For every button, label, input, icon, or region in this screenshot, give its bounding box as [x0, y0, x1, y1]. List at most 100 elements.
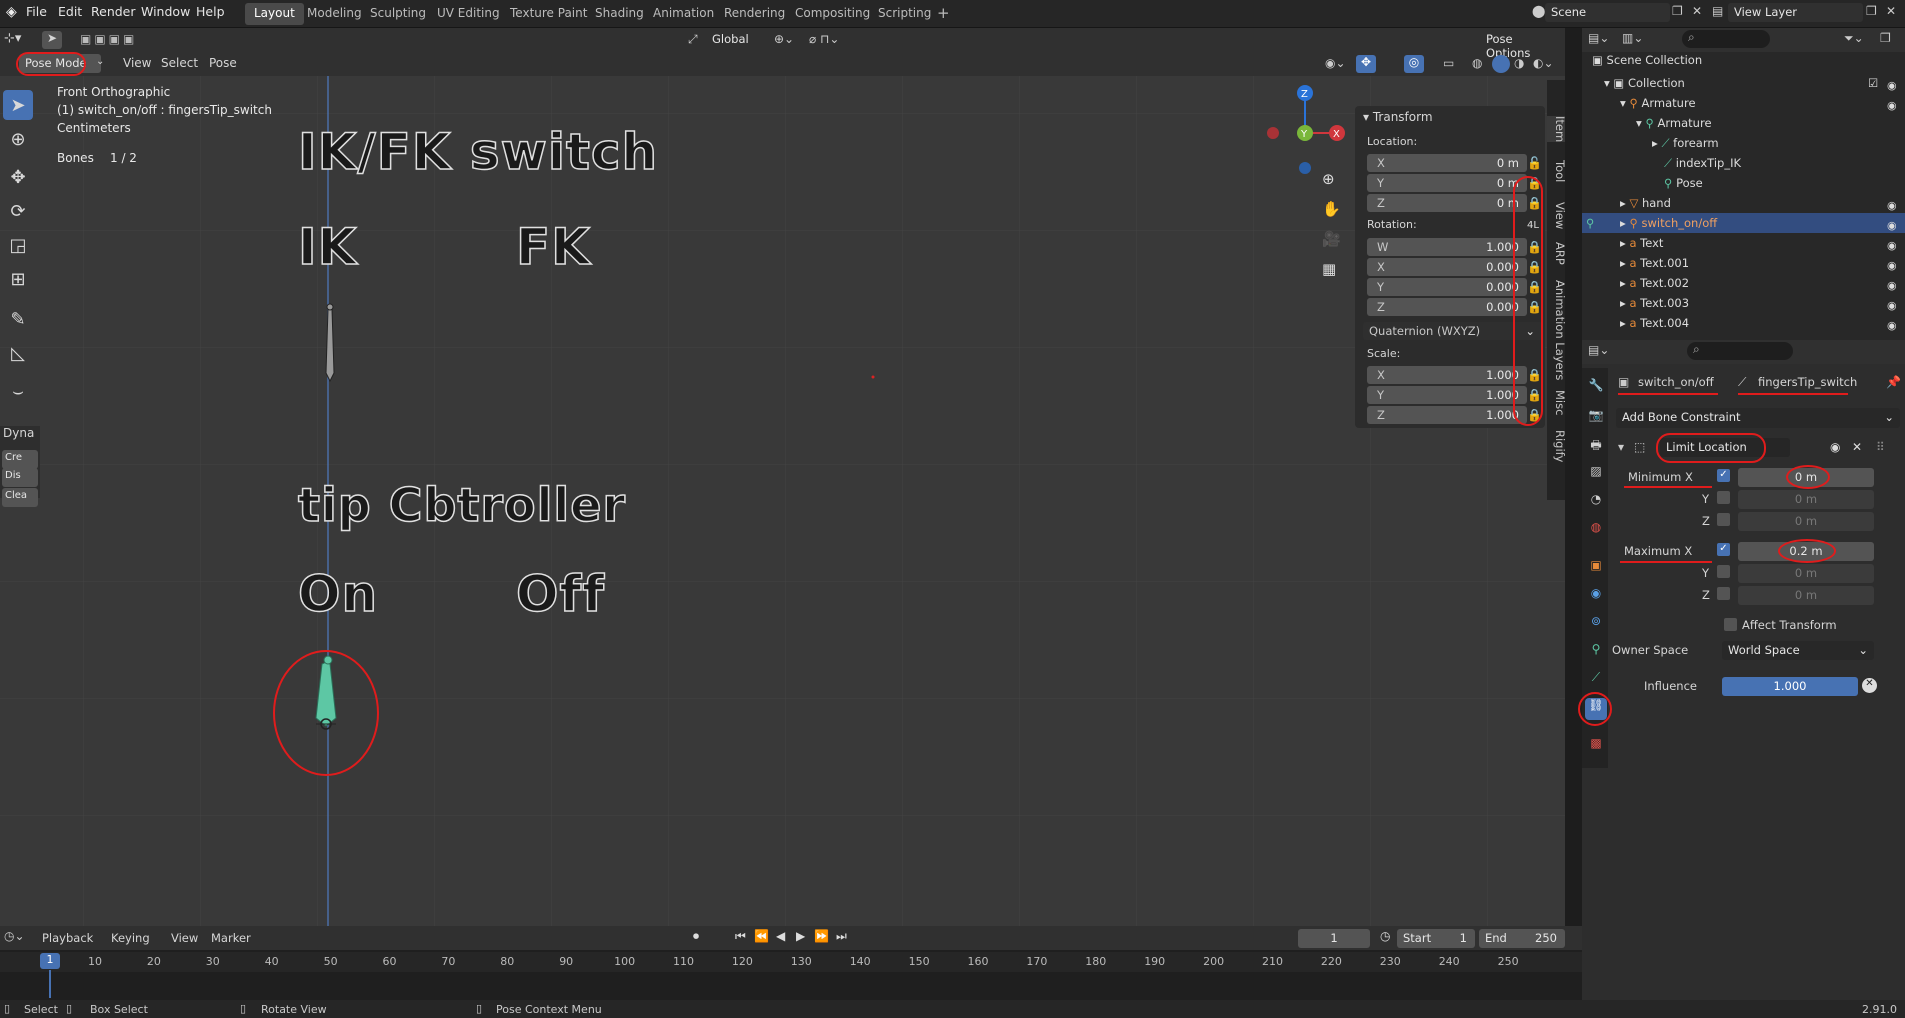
- constraint-collapse-icon[interactable]: ▾: [1618, 440, 1624, 454]
- outliner-row-hand[interactable]: ▸ ▽ hand: [1582, 193, 1905, 213]
- shading-render-icon[interactable]: ◐⌄: [1533, 56, 1554, 70]
- physics-icon[interactable]: ⊚: [1587, 614, 1605, 632]
- timeline-ruler[interactable]: 1 10 20 30 40 50 60 70 80 90 100 110 120 130 140 150 16…: [0, 952, 1582, 972]
- outliner-row-indextip-ik[interactable]: ⟋ indexTip_IK: [1582, 153, 1905, 173]
- influence-clear-icon[interactable]: ✕: [1862, 678, 1877, 693]
- pose-options-dropdown[interactable]: Pose Options: [1480, 30, 1565, 60]
- annotate-icon[interactable]: ✎: [3, 304, 33, 334]
- location-x-field[interactable]: X 0 m: [1367, 154, 1527, 172]
- tab-sculpting[interactable]: Sculpting: [361, 3, 435, 25]
- text-ik[interactable]: IK: [297, 217, 357, 277]
- constraint-enable-eye-icon[interactable]: ◉: [1830, 440, 1840, 454]
- location-y-field[interactable]: Y0 m: [1367, 174, 1527, 192]
- outliner-row-text[interactable]: ▸ a Text: [1582, 233, 1905, 253]
- bone-fingerstip-switch[interactable]: [270, 646, 394, 806]
- visibility-eye-icons[interactable]: ◉ ◉ ◉ ◉ ◉ ◉ ◉ ◉ ◉: [1887, 76, 1897, 336]
- location-z-field[interactable]: Z0 m: [1367, 194, 1527, 212]
- min-x-checkbox[interactable]: ✓: [1717, 469, 1730, 482]
- menu-select[interactable]: Select: [161, 56, 198, 70]
- menu-pose[interactable]: Pose: [209, 56, 237, 70]
- menu-help[interactable]: Help: [196, 4, 225, 19]
- scene-close-icon[interactable]: ✕: [1692, 4, 1702, 18]
- object-context-label[interactable]: switch_on/off: [1638, 375, 1714, 389]
- next-key-icon[interactable]: ⏩: [814, 929, 829, 943]
- max-z-checkbox[interactable]: [1717, 587, 1730, 600]
- outliner-editor-icon[interactable]: ▤⌄: [1588, 31, 1609, 45]
- orientation-dropdown[interactable]: Global: [706, 30, 766, 49]
- timeline-editor-icon[interactable]: ◷⌄: [4, 929, 25, 943]
- bone-indextip-ik[interactable]: [310, 303, 350, 383]
- playback-menu[interactable]: Playback: [42, 931, 93, 945]
- outliner-row-armature-data[interactable]: ▾ ⚲ Armature: [1582, 113, 1905, 133]
- object-data-icon[interactable]: ⚲: [1587, 642, 1605, 660]
- measure-icon[interactable]: ◺: [3, 338, 33, 368]
- tab-scripting[interactable]: Scripting: [869, 3, 940, 25]
- transform-icon[interactable]: ⊞: [3, 264, 33, 294]
- min-y-field[interactable]: 0 m: [1738, 490, 1874, 509]
- tab-misc[interactable]: Misc: [1547, 390, 1565, 415]
- rotation-w-field[interactable]: W 1.000: [1367, 238, 1527, 256]
- play-reverse-icon[interactable]: ◀: [776, 929, 785, 943]
- outliner-row-text-004[interactable]: ▸ a Text.004: [1582, 313, 1905, 333]
- view-layer-close-icon[interactable]: ✕: [1886, 4, 1896, 18]
- preview-range-icon[interactable]: ◷: [1380, 929, 1390, 943]
- constraint-drag-handle-icon[interactable]: ⠿: [1876, 440, 1885, 454]
- start-frame-field[interactable]: Start 1: [1397, 929, 1475, 948]
- select-mode-icons[interactable]: ▣▣▣▣: [80, 32, 137, 46]
- zoom-icon[interactable]: ⊕: [1322, 170, 1335, 188]
- menu-window[interactable]: Window: [141, 4, 190, 19]
- max-x-checkbox[interactable]: ✓: [1717, 543, 1730, 556]
- influence-slider[interactable]: 1.000: [1722, 677, 1858, 696]
- outliner-search-icon[interactable]: ⌕: [1682, 30, 1770, 48]
- outliner-row-switch[interactable]: ⚲ ▸ ⚲ switch_on/off: [1582, 213, 1905, 233]
- editor-type-icon[interactable]: ⊹▾: [4, 31, 21, 46]
- tab-tool[interactable]: Tool: [1547, 160, 1565, 182]
- pin-icon[interactable]: 📌: [1886, 375, 1901, 389]
- jump-end-icon[interactable]: ⏭: [836, 929, 847, 944]
- outliner-row-pose[interactable]: ⚲ Pose: [1582, 173, 1905, 193]
- outliner-row-forearm[interactable]: ▸ ⟋ forearm: [1582, 133, 1905, 153]
- tool-settings-icon[interactable]: 🔧: [1587, 378, 1605, 396]
- tab-layout[interactable]: Layout: [245, 3, 304, 25]
- navigation-gizmo[interactable]: Z Y X: [1255, 83, 1355, 193]
- view-layer-icon[interactable]: ▤: [1712, 4, 1723, 18]
- tab-rendering[interactable]: Rendering: [715, 3, 794, 25]
- affect-transform-checkbox[interactable]: [1724, 618, 1737, 631]
- camera-icon[interactable]: 🎥: [1322, 230, 1341, 248]
- outliner-row-text-003[interactable]: ▸ a Text.003: [1582, 293, 1905, 313]
- move-icon[interactable]: ✥: [3, 162, 33, 192]
- transform-panel-title[interactable]: ▾ Transform: [1363, 110, 1433, 124]
- outliner-row-armature[interactable]: ▾ ⚲ Armature: [1582, 93, 1905, 113]
- text-tip-controller[interactable]: tip Cbtroller: [297, 477, 626, 533]
- object-icon[interactable]: ▣: [1587, 558, 1605, 576]
- orientation-icon[interactable]: ⤢: [688, 32, 698, 47]
- menu-file[interactable]: File: [26, 4, 47, 19]
- max-z-field[interactable]: 0 m: [1738, 586, 1874, 605]
- prev-key-icon[interactable]: ⏪: [754, 929, 769, 943]
- scene-icon[interactable]: ◔: [1587, 492, 1605, 510]
- current-frame-field[interactable]: 1: [1298, 929, 1370, 948]
- view-menu[interactable]: View: [171, 931, 198, 945]
- gizmo-toggle-icon[interactable]: ✥: [1356, 55, 1376, 73]
- tab-view[interactable]: View: [1547, 202, 1565, 229]
- rotation-y-field[interactable]: Y 0.000: [1367, 278, 1527, 296]
- tab-modeling[interactable]: Modeling: [298, 3, 371, 25]
- scale-icon[interactable]: ◲: [3, 230, 33, 260]
- tab-animation-layers[interactable]: Animation Layers: [1547, 280, 1565, 380]
- text-off[interactable]: Off: [515, 564, 605, 624]
- texture-icon[interactable]: ▩: [1587, 736, 1605, 754]
- min-z-checkbox[interactable]: [1717, 513, 1730, 526]
- max-y-checkbox[interactable]: [1717, 565, 1730, 578]
- select-box-icon[interactable]: ➤: [3, 90, 33, 120]
- outliner-row-collection[interactable]: ▾ ▣ Collection ☑: [1582, 73, 1905, 93]
- render-icon[interactable]: 📷: [1587, 408, 1605, 426]
- pivot-icon[interactable]: ⊕⌄: [774, 32, 794, 46]
- shading-wire-icon[interactable]: ◍: [1472, 56, 1482, 70]
- shading-solid-icon[interactable]: [1492, 55, 1510, 73]
- rotate-icon[interactable]: ⟳: [3, 196, 33, 226]
- menu-edit[interactable]: Edit: [58, 4, 82, 19]
- modifier-icon[interactable]: ◉: [1587, 586, 1605, 604]
- max-y-field[interactable]: 0 m: [1738, 564, 1874, 583]
- bend-icon[interactable]: ⌣: [3, 376, 33, 406]
- add-bone-constraint-dropdown[interactable]: Add Bone Constraint ⌄: [1616, 408, 1900, 428]
